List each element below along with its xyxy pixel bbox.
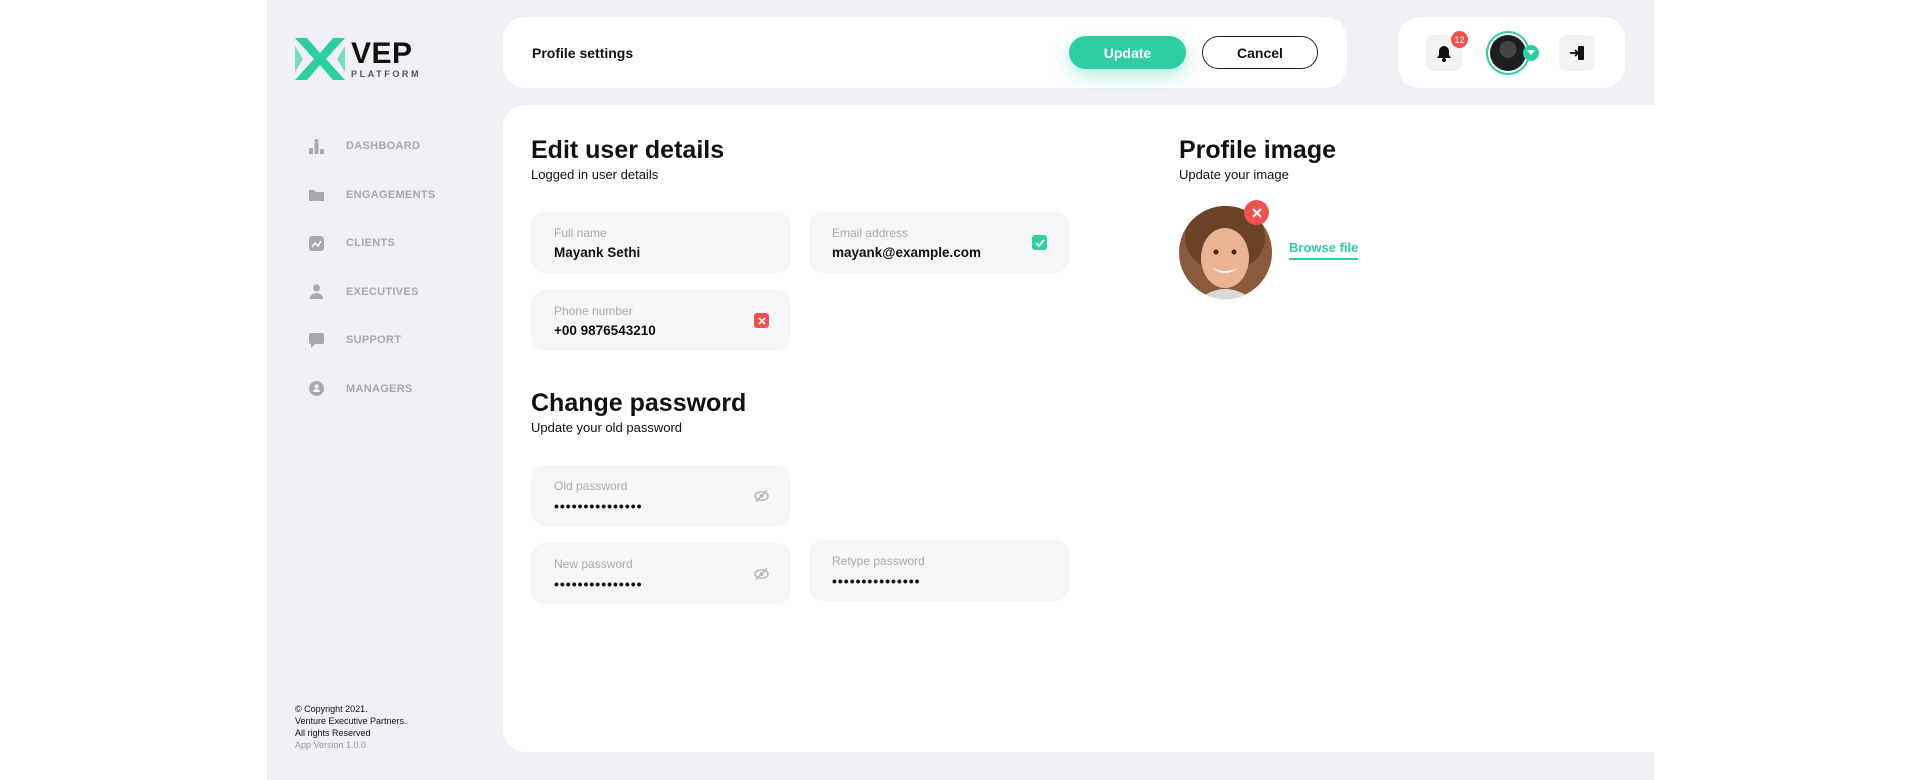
sidebar-item-support[interactable]: SUPPORT: [309, 316, 435, 365]
change-password-title: Change password: [531, 389, 747, 417]
sidebar-item-clients[interactable]: CLIENTS: [309, 219, 435, 268]
chevron-down-icon[interactable]: [1523, 45, 1539, 61]
chat-icon: [309, 332, 324, 348]
app-version: App Version 1.0.0: [295, 740, 367, 750]
sidebar-item-label: MANAGERS: [346, 382, 413, 395]
vep-logo-icon: [295, 38, 345, 80]
sidebar-item-label: DASHBOARD: [346, 140, 421, 153]
eye-off-icon[interactable]: [754, 488, 769, 503]
new-password-value[interactable]: •••••••••••••••: [554, 576, 734, 592]
old-password-field[interactable]: Old password •••••••••••••••: [531, 465, 791, 526]
shield-icon: [309, 381, 324, 397]
old-password-label: Old password: [554, 479, 628, 493]
browse-file-link[interactable]: Browse file: [1289, 240, 1359, 260]
sidebar-nav: DASHBOARD ENGAGEMENTS CLIENTS EXECUTIVES…: [309, 122, 435, 413]
check-icon: [1032, 235, 1047, 250]
edit-details-title: Edit user details: [531, 136, 725, 164]
cancel-button[interactable]: Cancel: [1202, 36, 1318, 69]
app-shell: VEP PLATFORM DASHBOARD ENGAGEMENTS CLIEN…: [267, 0, 1654, 780]
copyright-text: © Copyright 2021.: [295, 704, 368, 714]
logout-icon: [1570, 46, 1584, 60]
main-panel: Edit user details Logged in user details…: [503, 105, 1654, 752]
email-field[interactable]: Email address mayank@example.com: [809, 212, 1069, 273]
notification-badge: 12: [1451, 31, 1468, 48]
profile-image-subtitle: Update your image: [1179, 167, 1289, 182]
email-label: Email address: [832, 226, 909, 240]
edit-details-subtitle: Logged in user details: [531, 167, 659, 182]
old-password-value[interactable]: •••••••••••••••: [554, 498, 734, 514]
phone-field[interactable]: Phone number +00 9876543210: [531, 290, 791, 351]
email-value[interactable]: mayank@example.com: [832, 245, 1012, 260]
remove-image-button[interactable]: [1244, 200, 1269, 225]
profile-image-title: Profile image: [1179, 136, 1336, 164]
eye-off-icon[interactable]: [754, 566, 769, 581]
clients-icon: [309, 235, 324, 251]
sidebar-item-executives[interactable]: EXECUTIVES: [309, 268, 435, 317]
dashboard-icon: [309, 138, 324, 154]
page-title: Profile settings: [532, 45, 634, 61]
retype-password-value[interactable]: •••••••••••••••: [832, 573, 1012, 589]
new-password-field[interactable]: New password •••••••••••••••: [531, 543, 791, 604]
sidebar-item-engagements[interactable]: ENGAGEMENTS: [309, 171, 435, 220]
person-icon: [309, 284, 324, 300]
sidebar-item-dashboard[interactable]: DASHBOARD: [309, 122, 435, 171]
full-name-value[interactable]: Mayank Sethi: [554, 245, 734, 260]
close-icon: [1251, 207, 1262, 218]
brand-logo[interactable]: VEP PLATFORM: [295, 38, 421, 80]
full-name-field[interactable]: Full name Mayank Sethi: [531, 212, 791, 273]
header-bar: Profile settings Update Cancel: [503, 17, 1347, 88]
rights-text: All rights Reserved: [295, 728, 371, 738]
sidebar-item-label: EXECUTIVES: [346, 285, 419, 298]
folder-icon: [309, 187, 324, 202]
update-button[interactable]: Update: [1069, 36, 1186, 69]
phone-label: Phone number: [554, 304, 633, 318]
logout-button[interactable]: [1559, 35, 1595, 71]
retype-password-label: Retype password: [832, 554, 925, 568]
sidebar-footer: © Copyright 2021. Venture Executive Part…: [295, 703, 407, 751]
sidebar-item-label: SUPPORT: [346, 334, 402, 347]
avatar-image: [1490, 35, 1526, 71]
phone-value[interactable]: +00 9876543210: [554, 323, 734, 338]
brand-title: VEP: [351, 36, 413, 70]
sidebar-item-label: ENGAGEMENTS: [346, 188, 436, 201]
error-icon: [754, 313, 769, 328]
new-password-label: New password: [554, 557, 633, 571]
company-text: Venture Executive Partners.: [295, 716, 407, 726]
change-password-subtitle: Update your old password: [531, 420, 683, 435]
bell-icon: [1437, 45, 1451, 62]
sidebar-item-label: CLIENTS: [346, 237, 396, 250]
retype-password-field[interactable]: Retype password •••••••••••••••: [809, 540, 1069, 601]
full-name-label: Full name: [554, 226, 607, 240]
brand-subtitle: PLATFORM: [351, 68, 422, 79]
sidebar-item-managers[interactable]: MANAGERS: [309, 365, 435, 414]
user-toolbar: 12: [1398, 17, 1625, 88]
